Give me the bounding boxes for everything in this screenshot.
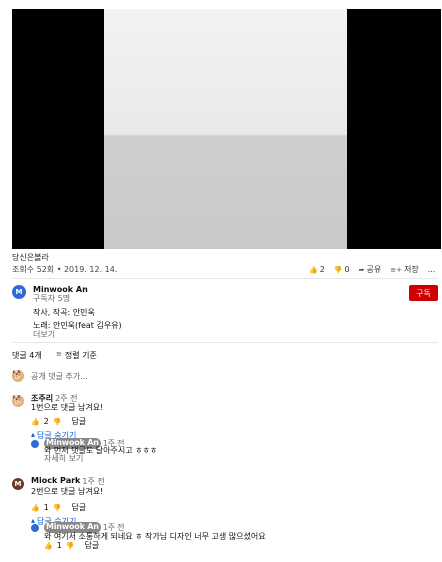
sort-button[interactable]: ≡ 정렬 기준 [56, 350, 97, 361]
user-avatar: 🐕 [12, 370, 24, 382]
read-more-link[interactable]: 자세히 보기 [44, 453, 83, 464]
thumbs-down-icon[interactable]: 👎 [53, 504, 62, 512]
reply-button[interactable]: 답글 [72, 416, 87, 427]
sort-label: 정렬 기준 [64, 351, 97, 360]
comment-actions: 👍 2 👎 답글 [31, 416, 86, 427]
video-frame[interactable] [104, 9, 347, 249]
dislike-button[interactable]: 👎 0 [334, 265, 350, 274]
user-avatar-icon: 🐕 [12, 371, 24, 381]
playlist-add-icon: ≡+ [390, 265, 402, 274]
reply-button[interactable]: 답글 [85, 540, 100, 551]
reply-button[interactable]: 답글 [72, 502, 87, 513]
comments-count: 댓글 4개 [12, 351, 42, 360]
thumbs-down-icon[interactable]: 👎 [66, 542, 75, 550]
add-comment-input[interactable]: 공개 댓글 추가... [31, 371, 88, 382]
share-button[interactable]: ➦ 공유 [359, 264, 382, 275]
like-count: 2 [319, 265, 325, 274]
dog-avatar-icon: 🐕 [12, 396, 24, 406]
description-line: 작사, 작곡: 안민욱 [33, 308, 95, 317]
channel-avatar[interactable]: M [12, 285, 26, 299]
dislike-count: 0 [344, 265, 350, 274]
comment-actions: 👍 1 👎 답글 [31, 502, 86, 513]
video-actions: 👍 2 👎 0 ➦ 공유 ≡+ 저장 ... [309, 264, 435, 275]
video-meta: 조회수 52회 • 2019. 12. 14. [12, 265, 118, 274]
video-title: 당신은볼라 [12, 253, 49, 262]
divider [12, 342, 438, 343]
thumbs-down-icon: 👎 [333, 265, 343, 274]
divider [12, 278, 438, 279]
reply-actions: 👍 1 👎 답글 [44, 540, 99, 551]
thumbs-up-icon[interactable]: 👍 [31, 418, 40, 426]
comment-avatar[interactable]: 🐕 [12, 395, 24, 407]
comment-like-count: 2 [43, 417, 49, 426]
thumbs-up-icon[interactable]: 👍 [44, 542, 53, 550]
sort-icon: ≡ [56, 350, 62, 358]
reply-avatar[interactable] [31, 524, 39, 532]
reply-avatar[interactable] [31, 440, 39, 448]
thumbs-down-icon[interactable]: 👎 [53, 418, 62, 426]
comment-avatar[interactable]: M [12, 478, 24, 490]
more-icon: ... [427, 265, 436, 274]
reply-like-count: 1 [56, 541, 62, 550]
show-more-link[interactable]: 더보기 [33, 329, 55, 340]
save-button[interactable]: ≡+ 저장 [390, 264, 418, 275]
comment-text: 2번으로 댓글 남겨요! [31, 487, 104, 496]
more-actions-button[interactable]: ... [428, 265, 436, 274]
thumbs-up-icon: 👍 [309, 265, 318, 274]
comment-text: 1번으로 댓글 남겨요! [31, 403, 104, 412]
share-label: 공유 [366, 265, 382, 274]
like-button[interactable]: 👍 2 [309, 265, 325, 274]
subscribe-button[interactable]: 구독 [409, 285, 438, 301]
channel-subscribers: 구독자 5명 [33, 294, 71, 303]
thumbs-up-icon[interactable]: 👍 [31, 504, 40, 512]
save-label: 저장 [403, 265, 419, 274]
comment-like-count: 1 [43, 503, 49, 512]
share-icon: ➦ [358, 265, 365, 274]
